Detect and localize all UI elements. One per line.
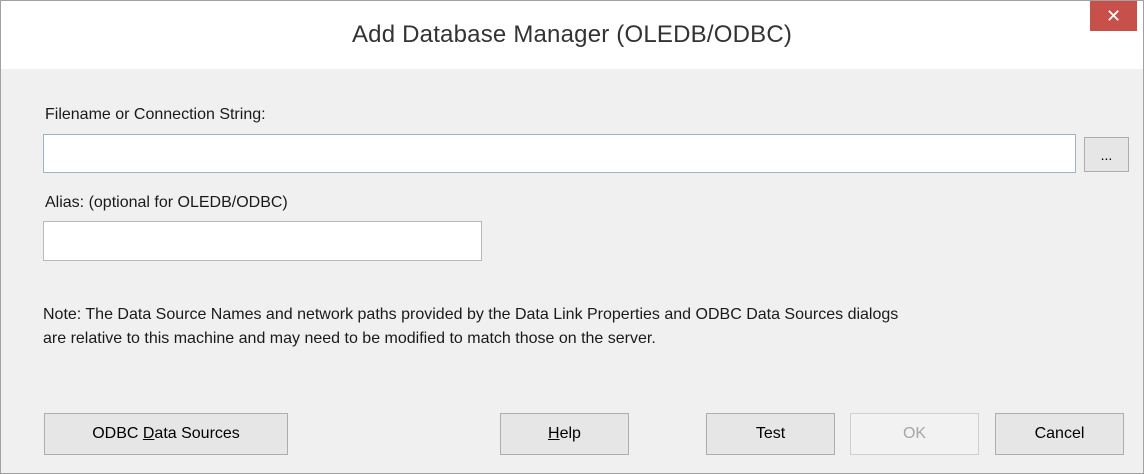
cancel-button-label: Cancel [1034, 425, 1085, 442]
browse-button[interactable]: ... [1084, 137, 1129, 172]
test-button[interactable]: Test [706, 413, 835, 455]
browse-button-label: ... [1100, 146, 1113, 163]
test-button-label: Test [755, 425, 786, 442]
title-bar: Add Database Manager (OLEDB/ODBC) ✕ [1, 1, 1143, 69]
dialog-title: Add Database Manager (OLEDB/ODBC) [351, 21, 793, 48]
odbc-data-sources-button[interactable]: ODBC Data Sources [44, 413, 288, 455]
alias-label: Alias: (optional for OLEDB/ODBC) [45, 194, 288, 211]
help-button-label: Help [548, 425, 581, 442]
help-button[interactable]: Help [500, 413, 629, 455]
ok-button-label: OK [902, 425, 927, 442]
close-button[interactable]: ✕ [1090, 1, 1137, 31]
note-line-1: Note: The Data Source Names and network … [43, 306, 899, 323]
ok-button[interactable]: OK [850, 413, 979, 455]
close-icon: ✕ [1105, 5, 1122, 26]
connection-string-label: Filename or Connection String: [45, 106, 266, 123]
odbc-data-sources-label: ODBC Data Sources [92, 425, 240, 442]
note-text: Note: The Data Source Names and network … [43, 303, 1103, 351]
connection-string-input[interactable] [43, 134, 1076, 173]
alias-input[interactable] [43, 221, 482, 261]
note-line-2: are relative to this machine and may nee… [43, 330, 656, 347]
cancel-button[interactable]: Cancel [995, 413, 1124, 455]
dialog-window: Add Database Manager (OLEDB/ODBC) ✕ File… [0, 0, 1144, 474]
